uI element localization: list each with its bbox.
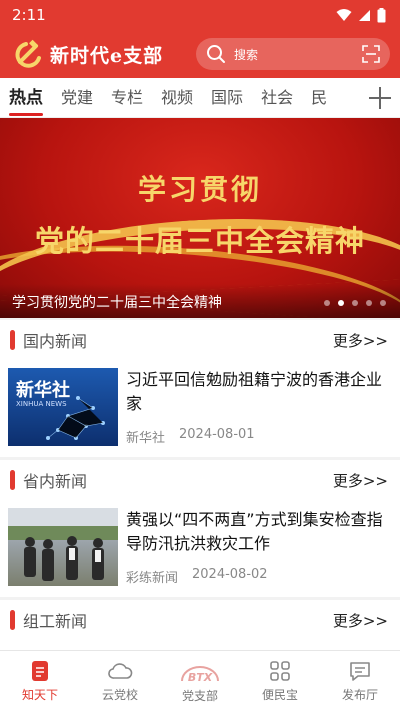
document-icon (32, 661, 48, 681)
news-meta: 新华社 2024-08-01 (126, 427, 392, 446)
cloud-icon (108, 663, 133, 679)
grid-icon (270, 661, 290, 681)
battery-icon (377, 7, 386, 22)
status-time: 2:11 (12, 6, 46, 24)
section-header: 国内新闻 更多>> (0, 320, 400, 360)
carousel-dot[interactable] (352, 300, 358, 306)
section-title: 国内新闻 (23, 332, 88, 351)
plus-icon (369, 87, 391, 109)
news-title: 习近平回信勉励祖籍宁波的香港企业家 (126, 370, 383, 413)
tab-hot[interactable]: 热点 (0, 78, 52, 118)
app-header: 2:11 新时代e支部 搜索 (0, 0, 400, 78)
section-title: 组工新闻 (23, 612, 88, 631)
tab-international[interactable]: 国际 (202, 78, 252, 118)
more-link[interactable]: 更多>> (333, 610, 388, 631)
news-info: 习近平回信勉励祖籍宁波的香港企业家 新华社 2024-08-01 (126, 368, 392, 446)
carousel-indicator (324, 300, 386, 306)
party-emblem-icon (10, 36, 46, 72)
add-channel-button[interactable] (366, 84, 394, 112)
tab-party-building[interactable]: 党建 (52, 78, 102, 118)
status-bar: 2:11 (0, 0, 400, 30)
nav-item-release-hall[interactable]: 发布厅 (320, 651, 400, 711)
news-thumbnail (8, 508, 118, 586)
more-link[interactable]: 更多>> (333, 470, 388, 491)
section-accent-bar (10, 470, 15, 490)
news-date: 2024-08-01 (179, 427, 255, 442)
tab-video[interactable]: 视频 (152, 78, 202, 118)
banner-headline-line1: 学习贯彻 (137, 173, 262, 206)
section-organization-news: 组工新闻 更多>> (0, 600, 400, 650)
bottom-navigation: 知天下 云党校 BTX 党支部 便民宝 发布厅 (0, 650, 400, 711)
search-placeholder: 搜索 (234, 47, 259, 62)
btx-logo-text: BTX (188, 671, 213, 684)
scan-icon[interactable] (362, 45, 380, 63)
section-title: 省内新闻 (23, 472, 88, 491)
status-icons (336, 7, 386, 23)
section-header: 省内新闻 更多>> (0, 460, 400, 500)
carousel-dot[interactable] (324, 300, 330, 306)
photo-people-graphic (8, 508, 118, 581)
nav-label: 云党校 (101, 688, 138, 702)
carousel-dot[interactable] (366, 300, 372, 306)
tab-society[interactable]: 社会 (252, 78, 302, 118)
nav-item-party-branch[interactable]: BTX 党支部 (160, 651, 240, 711)
tab-column[interactable]: 专栏 (102, 78, 152, 118)
banner-headline-line2: 党的二十届三中全会精神 (34, 224, 365, 258)
nav-item-convenience[interactable]: 便民宝 (240, 651, 320, 711)
category-tabs: 热点 党建 专栏 视频 国际 社会 民 (0, 78, 400, 118)
section-header: 组工新闻 更多>> (0, 600, 400, 640)
news-source: 彩练新闻 (126, 571, 179, 586)
btx-logo-icon: BTX (181, 666, 219, 684)
message-icon (350, 662, 370, 681)
nav-label: 发布厅 (341, 688, 378, 702)
news-title: 黄强以“四不两直”方式到集安检查指导防汛抗洪救灾工作 (126, 510, 383, 553)
news-info: 黄强以“四不两直”方式到集安检查指导防汛抗洪救灾工作 彩练新闻 2024-08-… (126, 508, 392, 586)
carousel-dot-active[interactable] (338, 300, 344, 306)
wifi-icon (336, 9, 352, 21)
carousel-dot[interactable] (380, 300, 386, 306)
more-link[interactable]: 更多>> (333, 330, 388, 351)
app-brand-title: 新时代e支部 (50, 44, 164, 67)
news-meta: 彩练新闻 2024-08-02 (126, 567, 392, 586)
nav-item-cloud-school[interactable]: 云党校 (80, 651, 160, 711)
section-accent-bar (10, 330, 15, 350)
news-date: 2024-08-02 (192, 567, 268, 582)
section-provincial-news: 省内新闻 更多>> 黄强以“四不两直”方式到集安检查指导防汛抗洪救灾工作 彩练新… (0, 460, 400, 597)
hero-banner[interactable]: 学习贯彻 党的二十届三中全会精神 学习贯彻党的二十届三中全会精神 (0, 118, 400, 318)
nav-label: 知天下 (21, 688, 58, 702)
tab-livelihood[interactable]: 民 (302, 78, 336, 118)
nav-label: 党支部 (181, 689, 218, 703)
news-thumbnail: 新华社 XINHUA NEWS (8, 368, 118, 446)
nav-item-know-world[interactable]: 知天下 (0, 651, 80, 711)
news-item[interactable]: 新华社 XINHUA NEWS 习近平回信勉励祖籍宁波的香港企业家 新华社 20… (0, 360, 400, 458)
header-bar: 新时代e支部 搜索 (0, 30, 400, 78)
network-graphic (46, 396, 105, 440)
nav-label: 便民宝 (261, 688, 298, 702)
news-item[interactable]: 黄强以“四不两直”方式到集安检查指导防汛抗洪救灾工作 彩练新闻 2024-08-… (0, 500, 400, 598)
signal-icon (359, 9, 370, 21)
section-accent-bar (10, 610, 15, 630)
news-source: 新华社 (126, 431, 166, 446)
section-domestic-news: 国内新闻 更多>> 新华社 XINHUA NEWS 习近平回信勉励祖籍宁波的香港… (0, 320, 400, 457)
search-icon (207, 45, 225, 63)
search-box[interactable]: 搜索 (196, 38, 390, 70)
